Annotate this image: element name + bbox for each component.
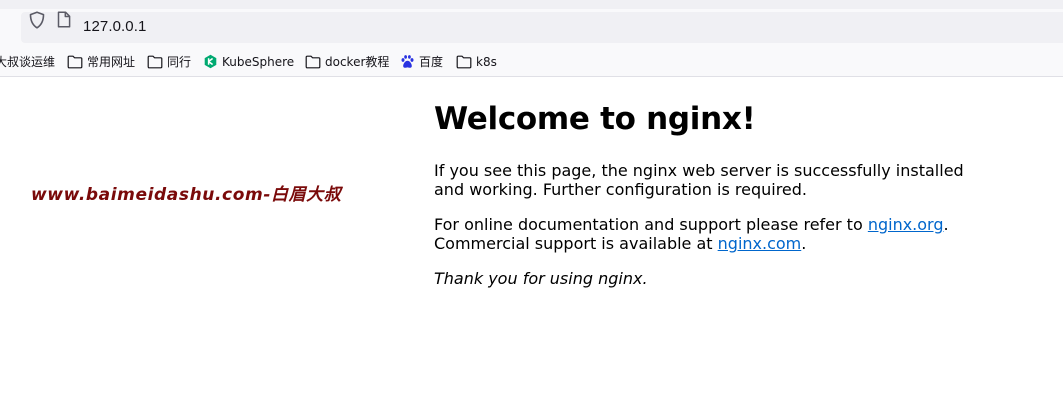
- bookmark-label: 百度: [419, 55, 444, 69]
- url-text[interactable]: 127.0.0.1: [83, 17, 146, 37]
- folder-icon: [147, 55, 163, 68]
- folder-icon: [456, 55, 472, 68]
- support-period: .: [943, 215, 949, 234]
- bookmark-k8s[interactable]: k8s: [456, 47, 497, 76]
- navigation-toolbar: [0, 9, 1063, 47]
- bookmarks-bar: 大叔谈运维 常用网址 同行 KubeSphere docker教程 百度 k8s: [0, 47, 1063, 77]
- browser-window: 127.0.0.1 大叔谈运维 常用网址 同行 KubeSphere docke…: [0, 0, 1063, 401]
- shield-icon[interactable]: [29, 11, 45, 29]
- nginx-welcome: Welcome to nginx! If you see this page, …: [434, 97, 994, 288]
- tab-strip: [0, 0, 1063, 9]
- commercial-period: .: [801, 234, 807, 253]
- support-message: For online documentation and support ple…: [434, 215, 994, 253]
- bookmark-label: k8s: [476, 54, 497, 69]
- bookmark-kubesphere[interactable]: KubeSphere: [203, 47, 294, 76]
- folder-icon: [67, 55, 83, 68]
- watermark-text: www.baimeidashu.com-白眉大叔: [31, 185, 342, 205]
- baidu-icon: [401, 55, 414, 68]
- bookmark-peers[interactable]: 同行: [147, 47, 191, 76]
- bookmark-label: 常用网址: [87, 55, 136, 69]
- thanks-message: Thank you for using nginx.: [434, 269, 648, 288]
- support-text: For online documentation and support ple…: [434, 215, 868, 234]
- bookmark-docker-tutorial[interactable]: docker教程: [305, 47, 389, 76]
- page-icon[interactable]: [57, 11, 71, 28]
- nginx-com-link[interactable]: nginx.com: [718, 234, 802, 253]
- bookmark-baidu[interactable]: 百度: [400, 47, 443, 76]
- bookmark-dashu[interactable]: 大叔谈运维: [0, 47, 55, 76]
- kubesphere-icon: [204, 54, 217, 69]
- bookmark-label: 大叔谈运维: [0, 55, 56, 69]
- page-title: Welcome to nginx!: [434, 101, 756, 137]
- commercial-text: Commercial support is available at: [434, 234, 718, 253]
- nginx-org-link[interactable]: nginx.org: [868, 215, 944, 234]
- bookmark-label: KubeSphere: [222, 54, 295, 69]
- bookmark-label: 同行: [167, 55, 192, 69]
- bookmark-common-sites[interactable]: 常用网址: [67, 47, 135, 76]
- url-bar[interactable]: [21, 12, 1063, 43]
- page-content: www.baimeidashu.com-白眉大叔 Welcome to ngin…: [0, 77, 1063, 401]
- folder-icon: [305, 55, 321, 68]
- bookmark-label: docker教程: [325, 55, 390, 69]
- install-message: If you see this page, the nginx web serv…: [434, 161, 964, 199]
